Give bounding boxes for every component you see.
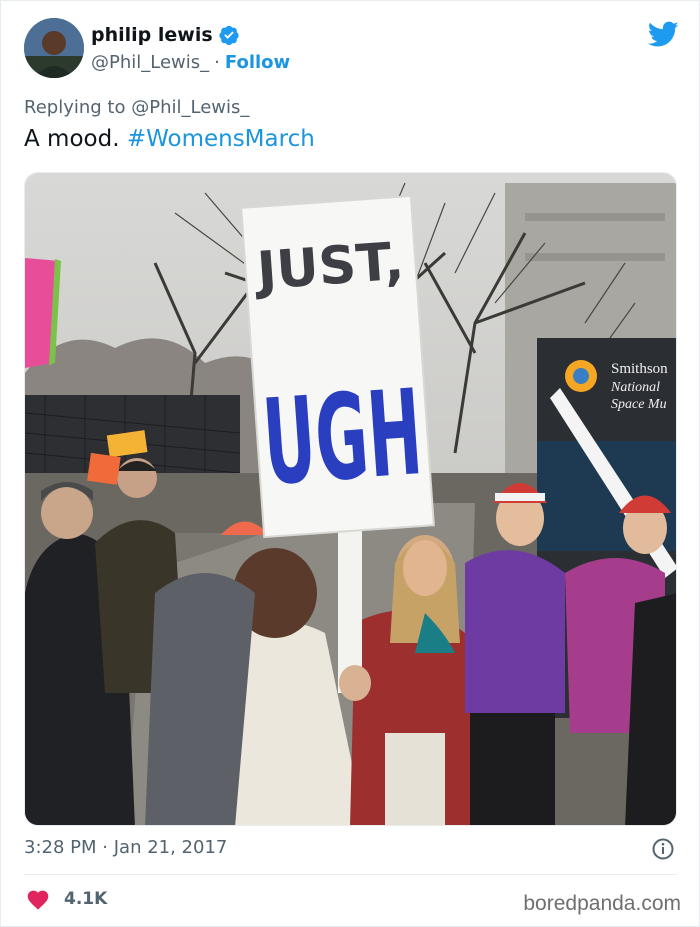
tweet-time: 3:28 PM — [24, 837, 97, 858]
tweet-body: A mood. — [24, 126, 120, 152]
reply-mention-link[interactable]: @Phil_Lewis_ — [131, 97, 249, 118]
sign-text-line1: JUST, — [252, 232, 406, 302]
hashtag-link[interactable]: #WomensMarch — [127, 126, 315, 152]
timestamp-separator: · — [102, 837, 108, 858]
museum-sign-line3: Space Mu — [611, 397, 667, 412]
sign-text-line2: UGH — [259, 363, 426, 512]
likes-count: 4.1K — [64, 889, 108, 909]
replying-prefix: Replying to — [24, 97, 126, 118]
replying-to: Replying to @Phil_Lewis_ — [24, 97, 249, 118]
follow-button[interactable]: Follow — [225, 52, 290, 73]
tweet-header: philip lewis @Phil_Lewis_ · Follow — [24, 18, 679, 80]
watermark: boredpanda.com — [523, 892, 681, 915]
separator-dot: · — [214, 52, 220, 73]
avatar[interactable] — [24, 18, 84, 78]
author-name[interactable]: philip lewis — [91, 24, 213, 46]
like-button[interactable]: 4.1K — [26, 888, 107, 910]
author-handle[interactable]: @Phil_Lewis_ — [91, 52, 209, 73]
museum-sign-line1: Smithson — [611, 361, 668, 377]
info-icon[interactable] — [651, 837, 675, 861]
tweet-photo[interactable]: Smithson National Space Mu JUST, UGH — [24, 172, 677, 826]
tweet-card: philip lewis @Phil_Lewis_ · Follow Reply… — [0, 0, 700, 927]
divider — [24, 874, 677, 875]
verified-badge-icon — [219, 25, 239, 46]
twitter-bird-icon[interactable] — [648, 21, 679, 48]
museum-sign-line2: National — [610, 380, 660, 395]
heart-icon — [27, 890, 49, 910]
tweet-date: Jan 21, 2017 — [113, 837, 228, 858]
tweet-timestamp[interactable]: 3:28 PM · Jan 21, 2017 — [24, 837, 227, 858]
tweet-text: A mood. #WomensMarch — [24, 126, 315, 152]
